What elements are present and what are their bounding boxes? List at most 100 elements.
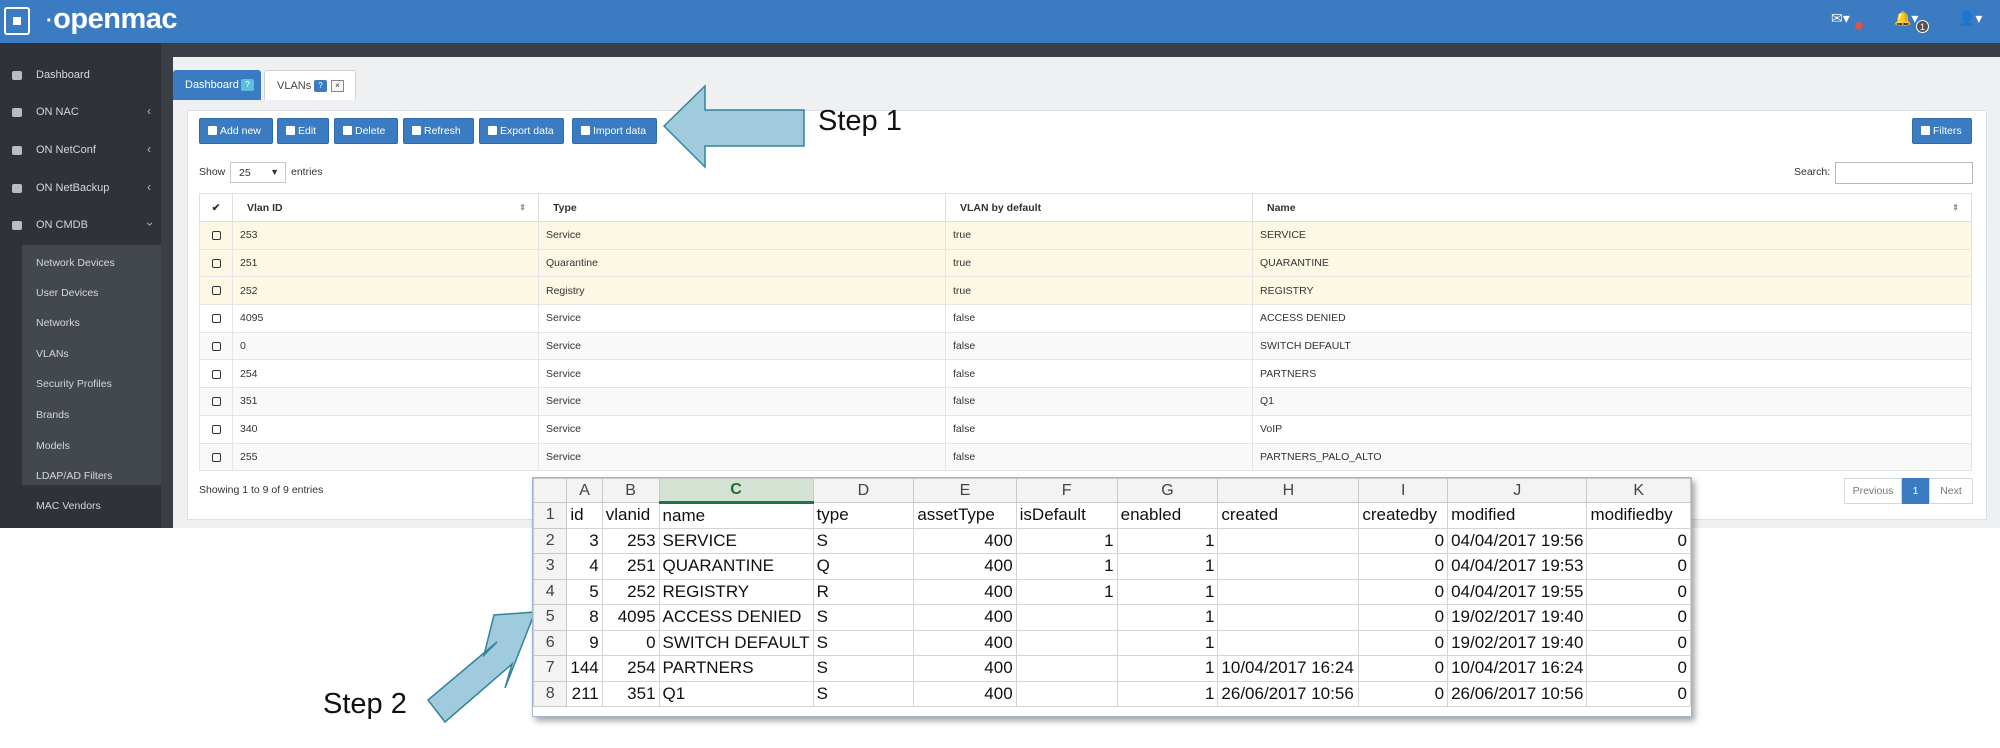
sheet-cell[interactable]: 1 [1116, 604, 1219, 631]
sheet-cell[interactable]: SWITCH DEFAULT [658, 629, 814, 656]
sheet-cell[interactable]: 04/04/2017 19:56 [1447, 527, 1588, 554]
column-letter-h[interactable]: H [1217, 478, 1360, 503]
row-number[interactable]: 4 [533, 578, 568, 605]
sheet-cell[interactable]: 253 [601, 527, 660, 554]
sheet-cell[interactable]: 400 [913, 527, 1017, 554]
sheet-cell[interactable] [1015, 680, 1118, 707]
sheet-cell[interactable]: 251 [601, 553, 660, 580]
sheet-cell[interactable]: 04/04/2017 19:55 [1447, 578, 1588, 605]
column-letter-b[interactable]: B [601, 478, 660, 503]
sheet-cell[interactable]: 1 [1015, 553, 1118, 580]
row-number[interactable]: 7 [533, 655, 568, 682]
sheet-cell[interactable]: 254 [601, 655, 660, 682]
sheet-header-cell[interactable]: vlanid [601, 502, 660, 529]
sheet-cell[interactable]: S [812, 604, 915, 631]
sheet-cell[interactable]: 0 [1358, 680, 1449, 707]
sheet-cell[interactable] [1217, 527, 1360, 554]
sheet-cell[interactable]: 19/02/2017 19:40 [1447, 629, 1588, 656]
sheet-cell[interactable]: 3 [566, 527, 603, 554]
sheet-cell[interactable]: S [812, 527, 915, 554]
sheet-cell[interactable]: 8 [566, 604, 603, 631]
column-letter-g[interactable]: G [1116, 478, 1219, 503]
sheet-cell[interactable] [1217, 629, 1360, 656]
sheet-cell[interactable]: 10/04/2017 16:24 [1217, 655, 1360, 682]
sheet-cell[interactable]: 5 [566, 578, 603, 605]
sheet-cell[interactable]: REGISTRY [658, 578, 814, 605]
sheet-header-cell[interactable]: type [812, 502, 915, 529]
sheet-cell[interactable]: 1 [1116, 578, 1219, 605]
sheet-cell[interactable]: 0 [1586, 553, 1691, 580]
sheet-cell[interactable]: R [812, 578, 915, 605]
row-number[interactable]: 8 [533, 680, 568, 707]
sheet-cell[interactable] [1217, 604, 1360, 631]
sheet-cell[interactable]: 1 [1116, 655, 1219, 682]
sheet-cell[interactable]: 26/06/2017 10:56 [1217, 680, 1360, 707]
sheet-cell[interactable]: 0 [1358, 553, 1449, 580]
sheet-cell[interactable]: 0 [1586, 680, 1691, 707]
sheet-header-cell[interactable]: assetType [913, 502, 1017, 529]
row-number[interactable]: 2 [533, 527, 568, 554]
sheet-cell[interactable]: 1 [1116, 680, 1219, 707]
sheet-cell[interactable]: 4095 [601, 604, 660, 631]
sheet-header-cell[interactable]: modifiedby [1586, 502, 1691, 529]
sheet-cell[interactable]: 0 [1586, 527, 1691, 554]
sheet-cell[interactable]: Q1 [658, 680, 814, 707]
sheet-cell[interactable]: QUARANTINE [658, 553, 814, 580]
sheet-cell[interactable]: 0 [1358, 604, 1449, 631]
sheet-cell[interactable]: 0 [601, 629, 660, 656]
select-all-corner[interactable] [533, 478, 568, 503]
column-letter-a[interactable]: A [566, 478, 603, 503]
sheet-cell[interactable]: S [812, 629, 915, 656]
sheet-cell[interactable]: 1 [1116, 553, 1219, 580]
sheet-cell[interactable]: 0 [1586, 604, 1691, 631]
sheet-cell[interactable]: 400 [913, 680, 1017, 707]
sheet-cell[interactable]: 0 [1358, 629, 1449, 656]
sheet-cell[interactable]: 04/04/2017 19:53 [1447, 553, 1588, 580]
sheet-cell[interactable]: SERVICE [658, 527, 814, 554]
column-letter-e[interactable]: E [913, 478, 1017, 503]
sheet-cell[interactable] [1015, 655, 1118, 682]
sheet-header-cell[interactable]: modified [1447, 502, 1588, 529]
sheet-cell[interactable]: 400 [913, 604, 1017, 631]
sheet-cell[interactable]: 400 [913, 655, 1017, 682]
sheet-header-cell[interactable]: name [658, 502, 814, 529]
sheet-cell[interactable]: S [812, 655, 915, 682]
sheet-cell[interactable]: 1 [1116, 527, 1219, 554]
column-letter-i[interactable]: I [1358, 478, 1449, 503]
sheet-header-cell[interactable]: enabled [1116, 502, 1219, 529]
sheet-cell[interactable]: 0 [1586, 578, 1691, 605]
sheet-cell[interactable]: 10/04/2017 16:24 [1447, 655, 1588, 682]
sheet-cell[interactable]: 252 [601, 578, 660, 605]
sheet-cell[interactable]: 9 [566, 629, 603, 656]
sheet-header-cell[interactable]: createdby [1358, 502, 1449, 529]
sheet-cell[interactable] [1015, 604, 1118, 631]
sheet-cell[interactable]: 0 [1586, 629, 1691, 656]
sheet-cell[interactable]: S [812, 680, 915, 707]
sheet-cell[interactable]: 211 [566, 680, 603, 707]
row-number[interactable]: 1 [533, 502, 568, 529]
sheet-header-cell[interactable]: id [566, 502, 603, 529]
sheet-cell[interactable]: 351 [601, 680, 660, 707]
sheet-cell[interactable]: Q [812, 553, 915, 580]
sheet-cell[interactable]: 19/02/2017 19:40 [1447, 604, 1588, 631]
sheet-cell[interactable] [1217, 578, 1360, 605]
sheet-cell[interactable] [1015, 629, 1118, 656]
sheet-cell[interactable]: PARTNERS [658, 655, 814, 682]
sheet-cell[interactable]: 0 [1358, 655, 1449, 682]
row-number[interactable]: 6 [533, 629, 568, 656]
column-letter-k[interactable]: K [1586, 478, 1691, 503]
column-letter-j[interactable]: J [1447, 478, 1588, 503]
sheet-cell[interactable]: 400 [913, 553, 1017, 580]
sheet-cell[interactable]: 0 [1358, 578, 1449, 605]
sheet-cell[interactable]: 144 [566, 655, 603, 682]
sheet-cell[interactable]: ACCESS DENIED [658, 604, 814, 631]
sheet-cell[interactable]: 26/06/2017 10:56 [1447, 680, 1588, 707]
sheet-cell[interactable]: 0 [1358, 527, 1449, 554]
sheet-cell[interactable] [1217, 553, 1360, 580]
row-number[interactable]: 5 [533, 604, 568, 631]
sheet-header-cell[interactable]: created [1217, 502, 1360, 529]
sheet-cell[interactable]: 400 [913, 578, 1017, 605]
sheet-cell[interactable]: 400 [913, 629, 1017, 656]
sheet-header-cell[interactable]: isDefault [1015, 502, 1118, 529]
row-number[interactable]: 3 [533, 553, 568, 580]
